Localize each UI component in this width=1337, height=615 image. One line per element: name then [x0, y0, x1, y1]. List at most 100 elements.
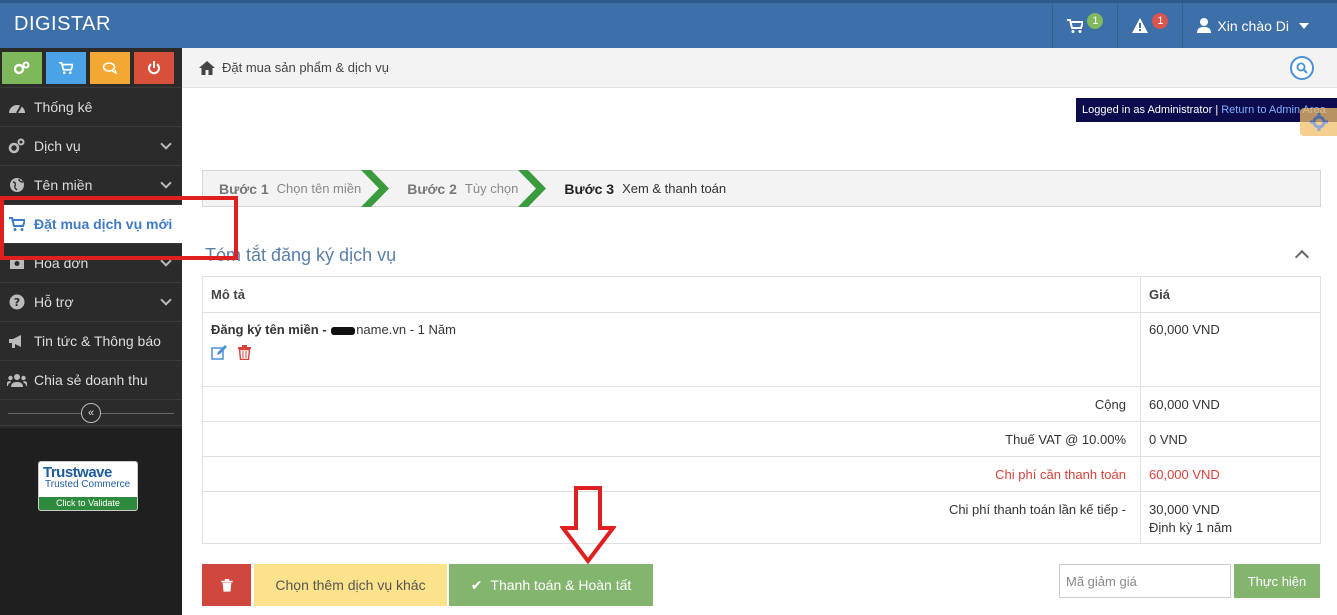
sidebar-item-label: Tin tức & Thông báo — [34, 333, 161, 349]
user-icon — [1197, 18, 1212, 33]
sidebar-item-hoa-don[interactable]: Hóa đơn — [0, 244, 182, 283]
cogs-icon — [6, 138, 28, 154]
sidebar-item-label: Dịch vụ — [34, 138, 81, 154]
sidebar-item-label: Hóa đơn — [34, 255, 89, 271]
sidebar-item-dat-mua[interactable]: Đặt mua dịch vụ mới — [0, 205, 183, 244]
vat-label: Thuế VAT @ 10.00% — [202, 421, 1141, 457]
recurring-cycle: Định kỳ 1 năm — [1149, 520, 1233, 535]
double-chevron-left-icon: « — [87, 406, 95, 419]
chevron-down-icon — [160, 294, 172, 306]
cart-icon — [6, 216, 28, 232]
home-icon[interactable] — [198, 60, 216, 76]
chevron-down-icon — [160, 138, 172, 150]
shortcut-logout-button[interactable] — [134, 52, 174, 84]
sidebar-collapse-row: « — [0, 400, 182, 426]
sidebar-item-tin-tuc[interactable]: Tin tức & Thông báo — [0, 322, 182, 361]
step-number: Bước 2 — [407, 180, 457, 197]
empty-cart-button[interactable] — [202, 564, 251, 606]
sidebar-item-label: Thống kê — [34, 99, 93, 115]
step-number: Bước 1 — [219, 180, 269, 197]
topbar-right: 1 1 Xin chào Di — [1052, 3, 1337, 48]
sidebar-item-label: Chia sẻ doanh thu — [34, 372, 148, 388]
brand-logo[interactable]: DIGISTAR — [14, 13, 111, 36]
step-2[interactable]: Bước 2 Tùy chọn — [407, 170, 518, 207]
subtotal-label: Cộng — [202, 386, 1141, 422]
invoice-icon — [6, 255, 28, 271]
search-button[interactable] — [1290, 56, 1314, 80]
sidebar-item-label: Tên miền — [34, 177, 93, 193]
item-actions — [211, 345, 1132, 360]
sidebar-item-thong-ke[interactable]: Thống kê — [0, 88, 182, 127]
alert-count-badge: 1 — [1152, 12, 1169, 29]
item-description: Đăng ký tên miền - name.vn - 1 Năm — [211, 322, 1132, 337]
collapse-sidebar-button[interactable]: « — [81, 402, 101, 423]
settings-tab[interactable] — [1300, 108, 1337, 136]
user-menu[interactable]: Xin chào Di — [1182, 3, 1337, 48]
sidebar-item-label: Đặt mua dịch vụ mới — [34, 216, 173, 232]
dashboard-icon — [6, 99, 28, 115]
sidebar-item-label: Hỗ trợ — [34, 294, 74, 310]
checkout-label: Thanh toán & Hoàn tất — [490, 577, 632, 593]
recurring-row: Chi phí thanh toán lần kế tiếp - 30,000 … — [202, 491, 1321, 544]
admin-separator: | — [1215, 104, 1219, 116]
recurring-value: 30,000 VND — [1149, 502, 1220, 517]
chevron-down-icon — [160, 255, 172, 267]
promo-code-input[interactable] — [1059, 564, 1231, 598]
item-domain: name.vn — [356, 322, 407, 337]
shortcut-support-button[interactable] — [90, 52, 130, 84]
trustwave-seal[interactable]: Trustwave Trusted Commerce Click to Vali… — [38, 461, 138, 511]
subtotal-value: 60,000 VND — [1140, 386, 1321, 422]
vat-row: Thuế VAT @ 10.00% 0 VND — [202, 421, 1321, 457]
users-icon — [6, 372, 28, 388]
step-label: Xem & thanh toán — [622, 181, 727, 196]
step-1[interactable]: Bước 1 Chọn tên miền — [203, 170, 361, 207]
sidebar-item-ten-mien[interactable]: Tên miền — [0, 166, 182, 205]
continue-shopping-button[interactable]: Chọn thêm dịch vụ khác — [254, 564, 447, 606]
redacted-text — [331, 326, 356, 335]
chevron-down-icon — [160, 177, 172, 189]
svg-text:?: ? — [14, 296, 20, 309]
item-period: - 1 Năm — [409, 322, 456, 337]
topbar-alerts[interactable]: 1 — [1117, 3, 1182, 48]
trustwave-validate: Click to Validate — [39, 497, 137, 510]
top-navbar: DIGISTAR 1 1 Xin chào Di — [0, 0, 1337, 48]
trustwave-subtitle: Trusted Commerce — [45, 479, 131, 490]
cart-count-badge: 1 — [1087, 12, 1104, 29]
chat-icon — [102, 62, 117, 74]
topbar-cart[interactable]: 1 — [1052, 3, 1117, 48]
step-label: Chọn tên miền — [276, 181, 362, 196]
recurring-label: Chi phí thanh toán lần kế tiếp - — [202, 491, 1141, 544]
trash-icon — [220, 578, 233, 592]
item-price: 60,000 VND — [1140, 312, 1321, 387]
step-label: Tùy chọn — [464, 181, 519, 196]
chevron-up-icon[interactable] — [1294, 249, 1310, 265]
checkout-button[interactable]: ✔ Thanh toán & Hoàn tất — [449, 564, 653, 606]
subtotal-row: Cộng 60,000 VND — [202, 386, 1321, 422]
cart-icon — [59, 62, 73, 74]
power-icon — [148, 61, 160, 75]
vat-value: 0 VND — [1140, 421, 1321, 457]
step-3[interactable]: Bước 3 Xem & thanh toán — [564, 170, 726, 207]
sidebar-item-ho-tro[interactable]: ? Hỗ trợ — [0, 283, 182, 322]
table-header-row: Mô tả Giá — [202, 276, 1321, 313]
check-icon: ✔ — [470, 576, 483, 593]
globe-icon — [6, 177, 28, 193]
trash-icon[interactable] — [238, 345, 251, 360]
table-row: Đăng ký tên miền - name.vn - 1 Năm 60,00… — [202, 312, 1321, 387]
recurring-value-cell: 30,000 VND Định kỳ 1 năm — [1140, 491, 1321, 544]
admin-login-bar: Logged in as Administrator | Return to A… — [1076, 98, 1337, 122]
shortcut-services-button[interactable] — [2, 52, 42, 84]
admin-login-text: Logged in as Administrator — [1082, 104, 1213, 116]
item-description-cell: Đăng ký tên miền - name.vn - 1 Năm — [202, 312, 1141, 387]
step-number: Bước 3 — [564, 180, 615, 197]
total-due-label: Chi phí cần thanh toán — [202, 456, 1141, 492]
sidebar-item-chia-se[interactable]: Chia sẻ doanh thu — [0, 361, 182, 400]
sidebar-item-dich-vu[interactable]: Dịch vụ — [0, 127, 182, 166]
checkout-steps: Bước 1 Chọn tên miền Bước 2 Tùy chọn Bướ… — [202, 170, 1321, 207]
shortcut-cart-button[interactable] — [46, 52, 86, 84]
apply-promo-button[interactable]: Thực hiện — [1234, 564, 1320, 598]
breadcrumb-current: Đặt mua sản phẩm & dịch vụ — [222, 60, 389, 75]
edit-icon[interactable] — [211, 345, 228, 360]
cogs-icon — [14, 61, 30, 75]
total-due-row: Chi phí cần thanh toán 60,000 VND — [202, 456, 1321, 492]
